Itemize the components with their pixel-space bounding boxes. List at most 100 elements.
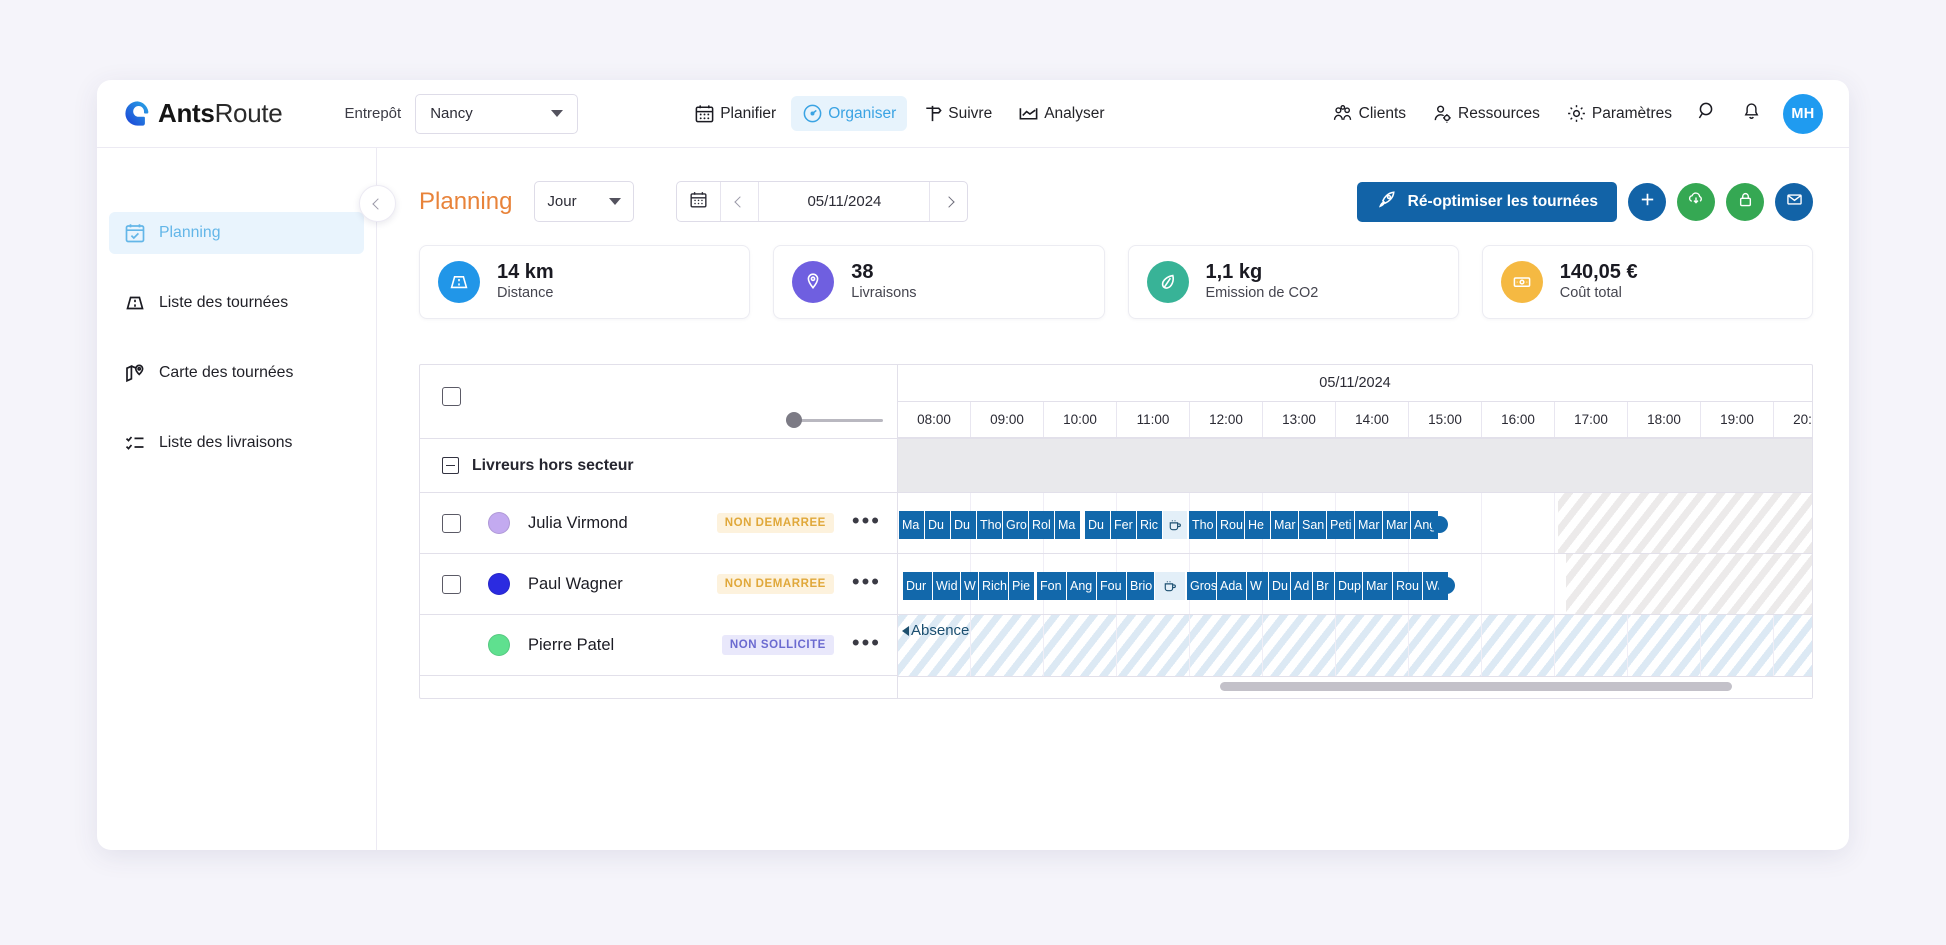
driver-row-pierre-patel[interactable]: Pierre Patel NON SOLLICITE ••• [420, 614, 897, 675]
select-all-checkbox[interactable] [442, 387, 461, 406]
task-bar[interactable]: Rich [978, 572, 1008, 600]
task-bar[interactable]: Brio [1126, 572, 1154, 600]
add-button[interactable] [1628, 183, 1666, 221]
timeline-horizontal-scrollbar[interactable] [898, 676, 1812, 698]
mail-button[interactable] [1775, 183, 1813, 221]
date-value[interactable]: 05/11/2024 [759, 182, 929, 221]
row-menu-button[interactable]: ••• [852, 637, 881, 654]
top-bar: AntsRoute Entrepôt Nancy Planifier [97, 80, 1849, 148]
scrollbar-thumb[interactable] [1220, 682, 1732, 691]
task-bar[interactable]: Wid [932, 572, 960, 600]
leaf-icon [1147, 261, 1189, 303]
road-icon [438, 261, 480, 303]
task-bar[interactable]: Ad [1290, 572, 1312, 600]
task-bar[interactable]: Du [1268, 572, 1290, 600]
task-bar[interactable]: Ma [898, 511, 924, 539]
route-end-marker[interactable] [1431, 516, 1448, 533]
task-bar[interactable]: W [1246, 572, 1268, 600]
zoom-slider[interactable] [786, 412, 883, 428]
gantt-group-label: Livreurs hors secteur [472, 457, 634, 475]
route-end-marker[interactable] [1438, 577, 1455, 594]
warehouse-select[interactable]: Nancy [415, 94, 578, 134]
task-bar[interactable]: Mar [1354, 511, 1382, 539]
task-bar[interactable]: Tho [976, 511, 1002, 539]
task-bar[interactable]: W [960, 572, 978, 600]
task-bar[interactable]: Rou [1216, 511, 1244, 539]
task-bar[interactable]: Peti [1326, 511, 1354, 539]
task-bar[interactable]: Pie [1008, 572, 1034, 600]
gantt-group-header[interactable]: Livreurs hors secteur [420, 438, 897, 492]
slider-knob[interactable] [786, 412, 802, 428]
task-bar[interactable]: San [1298, 511, 1326, 539]
task-bar[interactable]: Tho [1188, 511, 1216, 539]
row-checkbox[interactable] [442, 575, 461, 594]
date-next-button[interactable] [929, 182, 967, 221]
time-tick: 09:00 [971, 402, 1044, 437]
task-bar[interactable]: Br [1312, 572, 1334, 600]
task-bar[interactable]: Gros [1186, 572, 1216, 600]
date-prev-button[interactable] [721, 182, 759, 221]
task-bar[interactable]: Fer [1110, 511, 1136, 539]
search-button[interactable] [1687, 94, 1727, 134]
timeline-row-paul-wagner[interactable]: Dur Wid W Rich Pie Fon Ang Fou Brio [898, 553, 1812, 614]
row-menu-button[interactable]: ••• [852, 515, 881, 532]
brand-logo-group[interactable]: AntsRoute [124, 98, 282, 129]
sidebar-item-liste-des-tournees[interactable]: Liste des tournées [109, 282, 364, 324]
driver-row-julia-virmond[interactable]: Julia Virmond NON DEMARREE ••• [420, 492, 897, 553]
nav-item-suivre[interactable]: Suivre [911, 96, 1003, 131]
notifications-button[interactable] [1731, 94, 1771, 134]
nav-item-ressources[interactable]: Ressources [1421, 96, 1551, 131]
time-tick: 12:00 [1190, 402, 1263, 437]
reoptimize-button[interactable]: Ré-optimiser les tournées [1357, 182, 1617, 222]
gantt-chart: Livreurs hors secteur Julia Virmond NON … [419, 364, 1813, 699]
task-bar[interactable]: Fou [1096, 572, 1126, 600]
nav-item-clients[interactable]: Clients [1321, 96, 1417, 131]
task-bar[interactable]: Ma [1054, 511, 1080, 539]
collapse-group-icon[interactable] [442, 457, 459, 474]
task-bar[interactable]: Ada [1216, 572, 1246, 600]
chart-icon [1018, 103, 1039, 124]
calendar-picker-button[interactable] [677, 182, 721, 221]
import-button[interactable] [1677, 183, 1715, 221]
period-select[interactable]: Jour [534, 181, 634, 222]
chevron-left-icon [734, 196, 745, 207]
task-bar[interactable]: Du [950, 511, 976, 539]
task-bar[interactable]: Gro [1002, 511, 1028, 539]
task-bar[interactable]: Dup [1334, 572, 1362, 600]
stat-text-distance: 14 km Distance [497, 261, 554, 303]
nav-item-analyser[interactable]: Analyser [1007, 96, 1115, 131]
sidebar-collapse-button[interactable] [359, 185, 396, 222]
timeline-row-pierre-patel[interactable]: Absence [898, 614, 1812, 676]
lock-button[interactable] [1726, 183, 1764, 221]
task-bar[interactable]: Rou [1392, 572, 1422, 600]
task-bar[interactable]: Ric [1136, 511, 1162, 539]
task-bar[interactable]: Dur [902, 572, 932, 600]
task-bar[interactable]: Mar [1362, 572, 1392, 600]
task-bar[interactable]: Du [924, 511, 950, 539]
sidebar-label-liste-des-tournees: Liste des tournées [159, 294, 288, 312]
timeline-row-julia-virmond[interactable]: Ma Du Du Tho Gro Rol Ma Du Fer Ric [898, 492, 1812, 553]
task-bar[interactable]: He [1244, 511, 1270, 539]
sidebar-item-planning[interactable]: Planning [109, 212, 364, 254]
nav-item-organiser[interactable]: Organiser [791, 96, 907, 131]
gridlines [898, 615, 1812, 676]
task-bar[interactable]: Rol [1028, 511, 1054, 539]
stat-text-co2: 1,1 kg Emission de CO2 [1206, 261, 1319, 303]
sidebar-item-carte-des-tournees[interactable]: Carte des tournées [109, 352, 364, 394]
sidebar-item-liste-des-livraisons[interactable]: Liste des livraisons [109, 422, 364, 464]
nav-item-planifier[interactable]: Planifier [683, 96, 787, 131]
task-bar[interactable]: Mar [1270, 511, 1298, 539]
task-bar[interactable]: Fon [1036, 572, 1066, 600]
avatar[interactable]: MH [1783, 94, 1823, 134]
task-bar[interactable]: Du [1084, 511, 1110, 539]
driver-row-paul-wagner[interactable]: Paul Wagner NON DEMARREE ••• [420, 553, 897, 614]
break-bar[interactable] [1154, 572, 1186, 600]
break-bar[interactable] [1162, 511, 1188, 539]
row-menu-button[interactable]: ••• [852, 576, 881, 593]
task-bar[interactable]: Mar [1382, 511, 1410, 539]
task-bar[interactable]: Ang [1066, 572, 1096, 600]
chevron-down-icon [609, 198, 621, 205]
triangle-left-icon [902, 626, 909, 636]
nav-item-parametres[interactable]: Paramètres [1555, 96, 1683, 131]
row-checkbox[interactable] [442, 514, 461, 533]
